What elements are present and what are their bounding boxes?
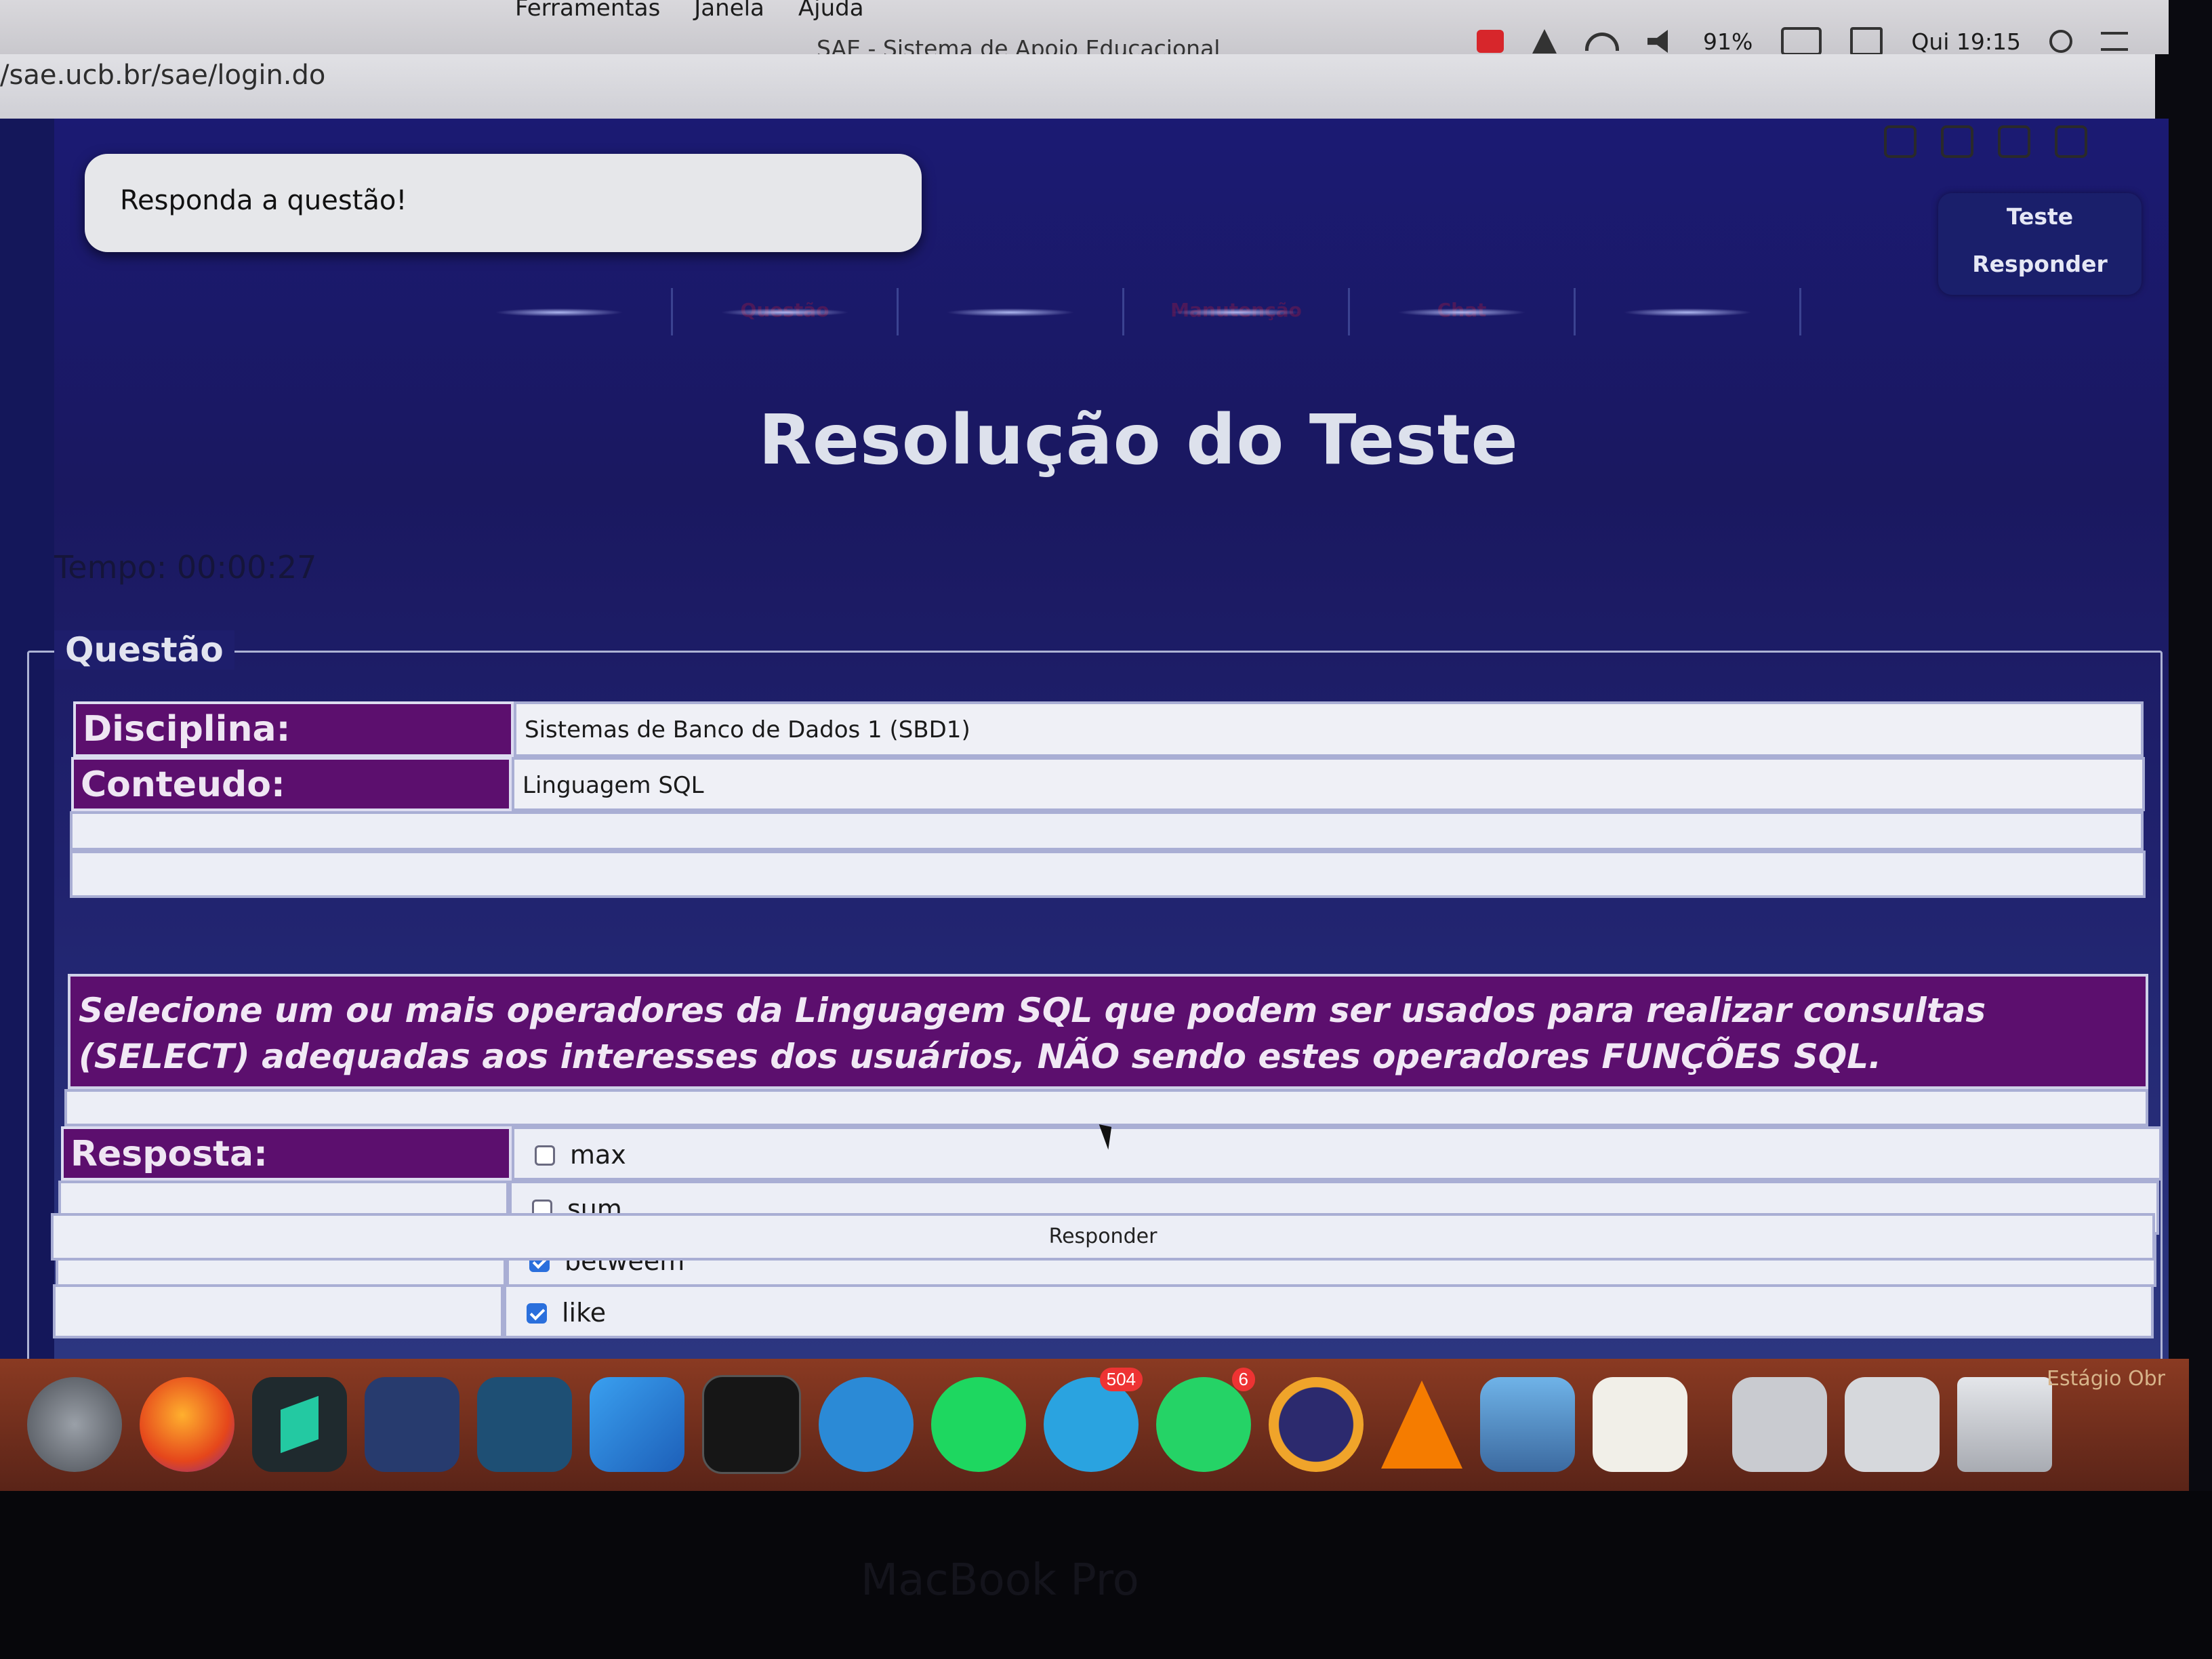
nav-tabs: Questão Manutenção Chat [447, 288, 1801, 335]
battery-icon[interactable] [1781, 27, 1822, 56]
menu-ferramentas[interactable]: Ferramentas [515, 0, 660, 22]
sublime-icon[interactable] [252, 1377, 347, 1472]
device-label: MacBook Pro [861, 1555, 1139, 1605]
terminal-icon[interactable] [702, 1375, 801, 1474]
page-title: Resolução do Teste [758, 400, 1519, 480]
battery-percent: 91% [1702, 28, 1753, 55]
checkbox-max[interactable] [535, 1145, 555, 1166]
mysql-workbench-icon[interactable] [477, 1377, 572, 1472]
browser-address-bar: /sae.ucb.br/sae/login.do [0, 54, 2155, 120]
clock[interactable]: Qui 19:15 [1911, 28, 2021, 55]
spacer-row [70, 851, 2146, 898]
sublime-logo-icon [281, 1395, 319, 1454]
xcode-icon[interactable] [590, 1377, 684, 1472]
answer-label: Resposta: [61, 1126, 512, 1181]
browser-toolbar-icons [1884, 125, 2087, 158]
volume-icon[interactable] [1647, 30, 1668, 53]
document-stack-icon[interactable] [1845, 1377, 1940, 1472]
macos-dock: 504 6 Estágio Obr [0, 1359, 2189, 1491]
nav-tab-3[interactable] [899, 288, 1124, 335]
discipline-row: Disciplina: Sistemas de Banco de Dados 1… [73, 701, 2144, 757]
answer-row-like: like [53, 1284, 2154, 1338]
page-actions-icon[interactable] [1884, 125, 1917, 158]
content-label: Conteudo: [71, 757, 512, 811]
nav-tab-6[interactable] [1576, 288, 1801, 335]
option-label: max [570, 1140, 626, 1170]
menu-icon[interactable] [2055, 125, 2087, 158]
preview-icon[interactable] [1480, 1377, 1575, 1472]
timer: Tempo: 00:00:27 [54, 549, 317, 586]
nav-tab-1[interactable] [447, 288, 673, 335]
url-field[interactable]: /sae.ucb.br/sae/login.do [0, 60, 325, 91]
app-menus: Ferramentas Janela Ajuda [515, 0, 864, 22]
checkbox-like[interactable] [527, 1303, 547, 1324]
responder-top-button[interactable]: Responder [1938, 241, 2142, 288]
pocket-icon[interactable] [1941, 125, 1973, 158]
notification-center-icon[interactable] [2101, 32, 2128, 51]
stack-label: Estágio Obr [2047, 1367, 2165, 1391]
docker-icon[interactable] [819, 1377, 914, 1472]
vscode-icon[interactable] [365, 1377, 459, 1472]
dock-icons: 504 6 [27, 1368, 2052, 1474]
eclipse-icon[interactable] [1269, 1377, 1364, 1472]
whatsapp-icon[interactable]: 6 [1156, 1368, 1255, 1472]
nav-tab-questao[interactable]: Questão [673, 288, 899, 335]
java-icon[interactable] [1593, 1377, 1687, 1472]
recording-icon[interactable] [1476, 30, 1504, 53]
teste-button[interactable]: Teste [1938, 193, 2142, 241]
discipline-label: Disciplina: [73, 701, 514, 757]
vlc-icon[interactable] [1381, 1380, 1462, 1469]
menu-ajuda[interactable]: Ajuda [798, 0, 864, 22]
spotlight-search-icon[interactable] [2049, 30, 2072, 53]
instruction-banner: Responda a questão! [85, 154, 922, 252]
responder-submit-button[interactable]: Responder [51, 1213, 2155, 1261]
telegram-badge: 504 [1099, 1368, 1143, 1391]
spacer-row [70, 811, 2144, 851]
wifi-icon[interactable] [1584, 32, 1619, 51]
nav-tab-chat[interactable]: Chat [1350, 288, 1576, 335]
macos-menu-bar: Ferramentas Janela Ajuda SAE - Sistema d… [0, 0, 2169, 62]
status-area: 91% Qui 19:15 [1476, 27, 2128, 56]
vlc-status-icon[interactable] [1532, 29, 1557, 54]
question-text: Selecione um ou mais operadores da Lingu… [68, 974, 2148, 1089]
option-like[interactable]: like [504, 1284, 2154, 1338]
launchpad-icon[interactable] [27, 1377, 122, 1472]
firefox-icon[interactable] [140, 1377, 234, 1472]
discipline-value: Sistemas de Banco de Dados 1 (SBD1) [514, 701, 2144, 757]
whatsapp-badge: 6 [1231, 1368, 1255, 1391]
option-max[interactable]: max [512, 1126, 2162, 1181]
top-buttons: Teste Responder [1938, 193, 2142, 295]
screenshot-stack-icon[interactable] [1732, 1377, 1827, 1472]
fieldset-legend: Questão [54, 630, 234, 670]
instruction-text: Responda a questão! [120, 185, 407, 216]
web-page: Responda a questão! Teste Responder Ques… [0, 119, 2169, 1359]
content-row: Conteudo: Linguagem SQL [71, 757, 2145, 811]
telegram-icon[interactable]: 504 [1044, 1368, 1143, 1472]
display-icon[interactable] [1850, 27, 1883, 56]
bookmark-star-icon[interactable] [1998, 125, 2030, 158]
option-label: like [562, 1298, 607, 1328]
menu-janela[interactable]: Janela [694, 0, 764, 22]
nav-tab-manutencao[interactable]: Manutenção [1124, 288, 1350, 335]
trash-icon[interactable] [1957, 1377, 2052, 1472]
content-value: Linguagem SQL [512, 757, 2145, 811]
spotify-icon[interactable] [931, 1377, 1026, 1472]
empty-label-cell [53, 1284, 504, 1338]
